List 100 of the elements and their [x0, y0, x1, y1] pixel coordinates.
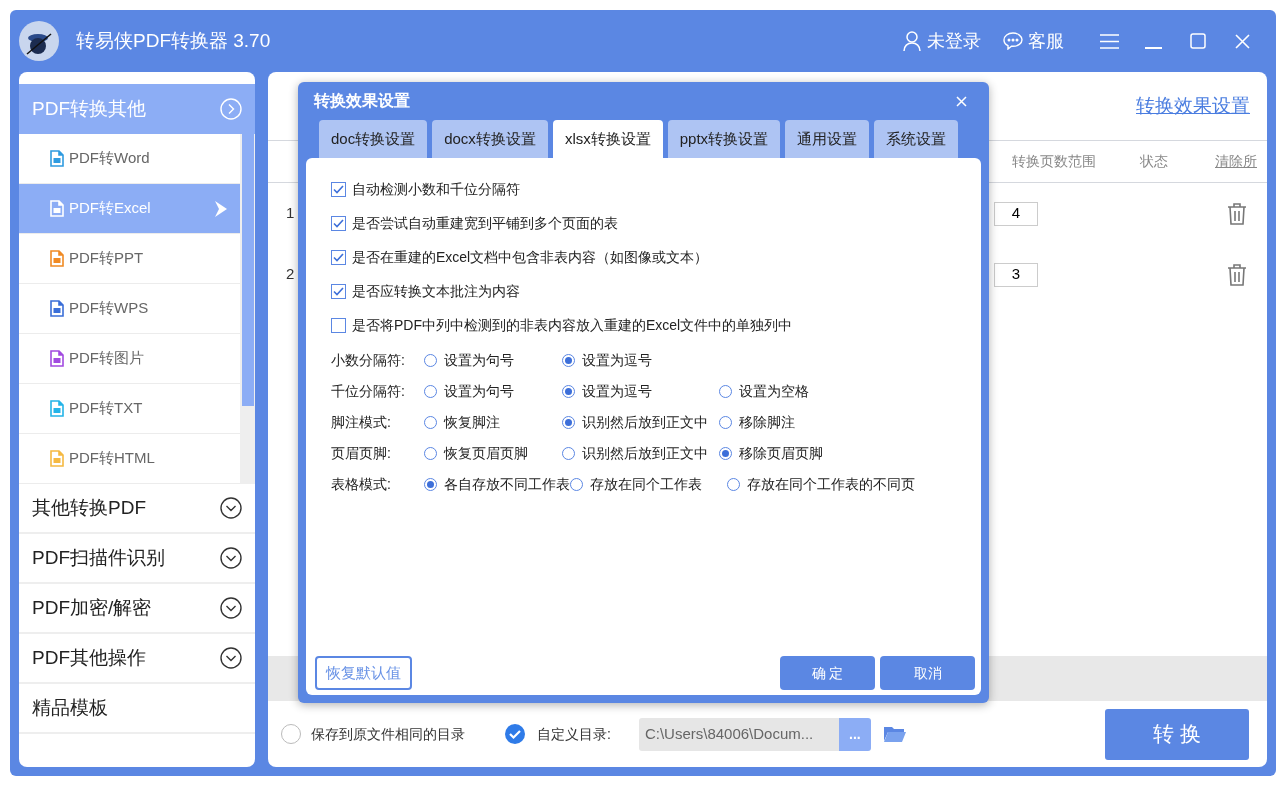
radio-label: 设置为空格	[739, 382, 809, 401]
radio-button[interactable]	[727, 478, 740, 491]
sidebar-group-label: 精品模板	[32, 695, 108, 720]
row-number: 1	[285, 203, 296, 224]
sidebar-group-label: PDF其他操作	[32, 645, 146, 670]
radio-button[interactable]	[562, 416, 575, 429]
checkmark-icon	[333, 252, 344, 262]
trash-icon[interactable]	[1226, 201, 1248, 226]
radio-button[interactable]	[424, 478, 437, 491]
sidebar-group-label: 其他转换PDF	[32, 495, 146, 520]
radio-group-label: 表格模式:	[331, 475, 392, 494]
settings-link[interactable]: 转换效果设置	[1136, 91, 1250, 121]
reset-button[interactable]: 恢复默认值	[315, 656, 412, 690]
ok-button[interactable]: 确 定	[780, 656, 875, 690]
radio-button[interactable]	[424, 354, 437, 367]
sidebar-item-label: PDF转WPS	[69, 298, 150, 319]
row-number: 2	[285, 264, 296, 285]
radio-button[interactable]	[719, 385, 732, 398]
chevron-down-icon[interactable]	[220, 497, 242, 519]
page-range-field[interactable]: 3	[994, 262, 1038, 287]
checkbox-label: 自动检测小数和千位分隔符	[352, 179, 520, 199]
radio-label: 设置为逗号	[582, 351, 652, 370]
radio-label: 恢复脚注	[444, 413, 500, 432]
radio-label: 设置为句号	[444, 351, 514, 370]
convert-button[interactable]: 转 换	[1105, 708, 1249, 760]
login-status[interactable]: 未登录	[927, 27, 981, 55]
radio-label: 各自存放不同工作表	[444, 475, 570, 494]
radio-button[interactable]	[562, 354, 575, 367]
checkbox[interactable]	[331, 249, 346, 265]
checkmark-icon	[333, 286, 344, 296]
column-header: 状态	[1140, 152, 1169, 171]
app-logo	[19, 21, 59, 61]
checkbox[interactable]	[331, 283, 346, 299]
radio-button[interactable]	[719, 416, 732, 429]
checkbox-label: 是否应转换文本批注为内容	[352, 281, 520, 301]
dialog-tab[interactable]: docx转换设置	[432, 120, 548, 158]
radio-button[interactable]	[719, 447, 732, 460]
dialog-tab[interactable]: 通用设置	[785, 120, 870, 158]
checkbox[interactable]	[331, 215, 346, 231]
radio-label: 移除脚注	[739, 413, 795, 432]
cancel-button[interactable]: 取消	[880, 656, 975, 690]
chevron-down-icon[interactable]	[220, 547, 242, 569]
close-icon[interactable]	[956, 95, 967, 107]
clear-all-link[interactable]: 清除所	[1215, 151, 1267, 172]
page-range-field[interactable]: 4	[994, 201, 1038, 226]
dialog-tab[interactable]: pptx转换设置	[667, 120, 781, 158]
save-option-label: 自定义目录:	[537, 724, 611, 744]
checkbox[interactable]	[331, 181, 346, 197]
radio-button[interactable]	[424, 447, 437, 460]
sidebar-item-label: PDF转PPT	[69, 248, 145, 269]
radio-button[interactable]	[570, 478, 583, 491]
sidebar-item-label: PDF转Word	[69, 148, 151, 169]
chevron-down-icon[interactable]	[220, 647, 242, 669]
radio-group-label: 页眉页脚:	[331, 444, 392, 463]
radio-button[interactable]	[424, 385, 437, 398]
dialog-tab[interactable]: 系统设置	[874, 120, 959, 158]
radio-button[interactable]	[281, 724, 301, 744]
arrow-right-icon	[214, 199, 228, 218]
close-icon[interactable]	[1235, 33, 1250, 49]
path-field[interactable]: C:\Users\84006\Docum...	[638, 717, 839, 751]
checkbox-label: 是否尝试自动重建宽到平铺到多个页面的表	[352, 213, 618, 233]
radio-label: 设置为逗号	[582, 382, 652, 401]
trash-icon[interactable]	[1226, 262, 1248, 287]
radio-label: 识别然后放到正文中	[582, 413, 708, 432]
radio-button[interactable]	[424, 416, 437, 429]
dialog-tab[interactable]: doc转换设置	[319, 120, 428, 158]
checkbox-label: 是否在重建的Excel文档中包含非表内容（如图像或文本）	[352, 247, 709, 267]
sidebar-item-label: PDF转TXT	[69, 398, 144, 419]
support-link[interactable]: 客服	[1028, 27, 1064, 55]
radio-label: 识别然后放到正文中	[582, 444, 708, 463]
sidebar-item-label: PDF转Excel	[69, 198, 152, 219]
radio-group-label: 脚注模式:	[331, 413, 392, 432]
checkbox-label: 是否将PDF中列中检测到的非表内容放入重建的Excel文件中的单独列中	[352, 315, 793, 335]
radio-button[interactable]	[562, 385, 575, 398]
chevron-down-icon[interactable]	[220, 597, 242, 619]
checkmark-icon	[333, 184, 344, 194]
folder-icon[interactable]	[882, 725, 907, 743]
dialog-title: 转换效果设置	[314, 91, 410, 111]
app-title: 转易侠PDF转换器 3.70	[76, 28, 271, 53]
radio-label: 存放在同个工作表	[590, 475, 702, 494]
column-header: 转换页数范围	[1012, 152, 1097, 171]
maximize-icon[interactable]	[1190, 33, 1206, 49]
dialog-tab[interactable]: xlsx转换设置	[552, 120, 663, 158]
sidebar-header-label: PDF转换其他	[32, 96, 146, 121]
sidebar-item-label: PDF转图片	[69, 348, 145, 369]
scrollbar-thumb[interactable]	[241, 134, 254, 406]
menu-icon[interactable]	[1100, 33, 1119, 49]
user-icon[interactable]	[903, 31, 921, 51]
sidebar-item-label: PDF转HTML	[69, 448, 156, 469]
sidebar-group-label: PDF加密/解密	[32, 595, 152, 620]
checkbox[interactable]	[331, 317, 346, 333]
chevron-right-icon[interactable]	[220, 98, 242, 120]
radio-checked[interactable]	[505, 724, 525, 744]
radio-group-label: 小数分隔符:	[331, 351, 406, 370]
radio-label: 存放在同个工作表的不同页	[747, 475, 915, 494]
radio-label: 移除页眉页脚	[739, 444, 823, 463]
radio-label: 设置为句号	[444, 382, 514, 401]
chat-icon[interactable]	[1003, 32, 1023, 50]
save-option-label: 保存到原文件相同的目录	[311, 724, 465, 744]
radio-button[interactable]	[562, 447, 575, 460]
